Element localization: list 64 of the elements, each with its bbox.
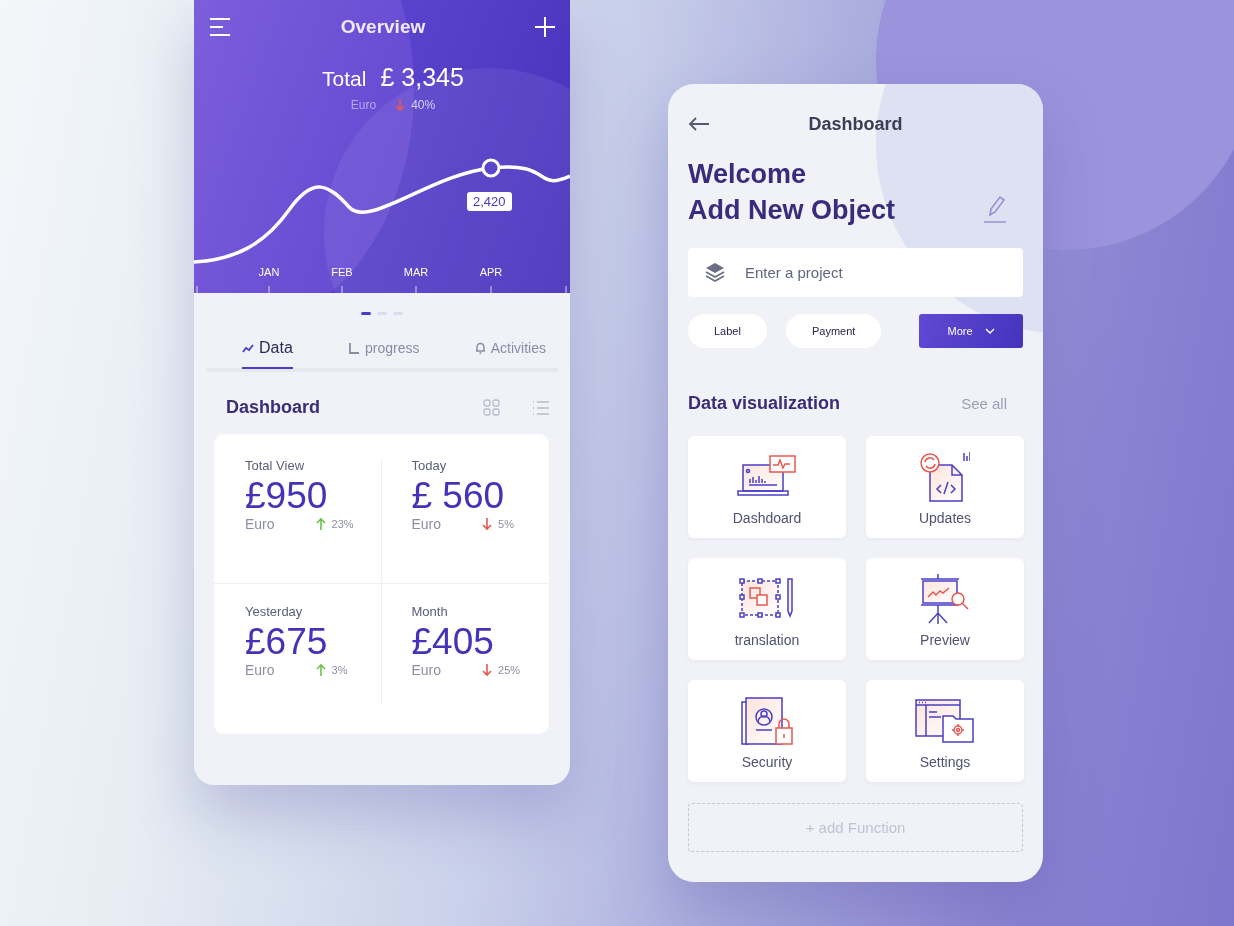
section-title: Dashboard bbox=[226, 397, 321, 418]
month-label: MAR bbox=[403, 266, 429, 278]
pencil-icon[interactable] bbox=[983, 194, 1007, 224]
label-chip[interactable]: Label bbox=[688, 314, 767, 348]
plus-icon[interactable] bbox=[535, 17, 555, 37]
feature-tile[interactable]: Updates bbox=[866, 436, 1024, 538]
menu-icon[interactable] bbox=[209, 17, 231, 37]
value-tooltip: 2,420 bbox=[467, 192, 512, 211]
tile-label: Security bbox=[741, 754, 793, 770]
stat-value: £ 560 bbox=[411, 477, 506, 514]
id-document-lock-icon bbox=[740, 696, 794, 746]
tile-label: translation bbox=[734, 632, 800, 648]
chevron-down-icon bbox=[984, 328, 995, 334]
laptop-chart-icon bbox=[737, 455, 797, 499]
currency-label: Euro bbox=[411, 661, 442, 678]
change-value: 5% bbox=[498, 518, 514, 530]
change-value: 25% bbox=[498, 663, 521, 676]
tile-label: Dashdoard bbox=[732, 510, 802, 526]
screen-title: Overview bbox=[340, 16, 426, 38]
section-title: Data visualization bbox=[688, 393, 841, 414]
month-label: JAN bbox=[258, 266, 280, 278]
grid-view-icon[interactable] bbox=[483, 399, 500, 416]
back-arrow-icon[interactable] bbox=[688, 117, 710, 131]
stat-label: Month bbox=[411, 603, 449, 619]
total-label: Total bbox=[322, 67, 367, 91]
currency-label: Euro bbox=[411, 516, 442, 532]
heading-text: Add New Object bbox=[688, 194, 896, 227]
stat-label: Total View bbox=[245, 458, 305, 473]
feature-tile[interactable]: Dashdoard bbox=[688, 436, 846, 538]
stat-value: £675 bbox=[245, 622, 329, 660]
stat-label: Yesterday bbox=[245, 603, 304, 619]
month-label: FEB bbox=[331, 266, 353, 278]
tile-label: Preview bbox=[920, 632, 970, 648]
pen-and-selection-icon bbox=[739, 578, 795, 620]
tile-label: Settings bbox=[919, 754, 971, 770]
tab[interactable]: Data bbox=[242, 339, 293, 369]
heading-text: Welcome bbox=[688, 158, 808, 191]
presentation-board-icon bbox=[920, 573, 970, 625]
stat-value: £405 bbox=[411, 622, 495, 660]
screen-title: Dashboard bbox=[807, 113, 904, 135]
stat-label: Today bbox=[411, 458, 448, 473]
project-input-field[interactable]: Enter a project bbox=[688, 248, 1023, 297]
list-view-icon[interactable] bbox=[532, 399, 550, 416]
stat-value: £950 bbox=[245, 477, 329, 514]
change-value: 23% bbox=[331, 518, 354, 530]
feature-tile[interactable]: Preview bbox=[866, 558, 1024, 660]
currency-label: Euro bbox=[350, 98, 377, 112]
currency-label: Euro bbox=[245, 661, 275, 678]
bell-icon bbox=[474, 342, 486, 354]
month-label: APR bbox=[479, 266, 503, 278]
window-folder-gear-icon bbox=[915, 699, 975, 743]
feature-tile[interactable]: Security bbox=[688, 680, 846, 782]
tile-label: Updates bbox=[918, 510, 972, 526]
total-value: £ 3,345 bbox=[380, 63, 464, 92]
axis-icon bbox=[348, 342, 361, 354]
feature-tile[interactable]: translation bbox=[688, 558, 846, 660]
trend-line-icon bbox=[242, 343, 254, 353]
more-button[interactable]: More bbox=[919, 314, 1023, 348]
code-file-icon bbox=[920, 451, 970, 503]
label-chip[interactable]: Payment bbox=[785, 314, 882, 348]
feature-tile[interactable]: Settings bbox=[866, 680, 1024, 782]
currency-label: Euro bbox=[245, 516, 275, 532]
change-value: 3% bbox=[331, 663, 348, 676]
change-value: 40% bbox=[411, 98, 436, 112]
